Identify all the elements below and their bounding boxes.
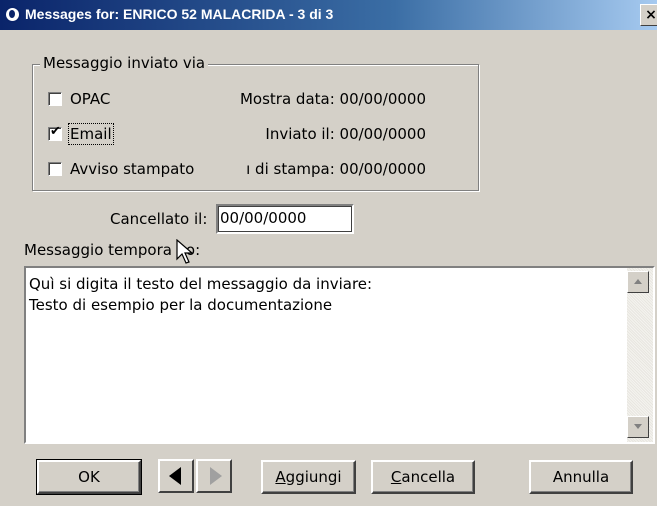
previous-button[interactable] [158,459,194,493]
scroll-up-button[interactable] [627,271,649,293]
delete-button[interactable]: Cancella [371,460,475,494]
message-line: Quì si digita il testo del messaggio da … [29,275,373,293]
title-bar[interactable]: Messages for: ENRICO 52 MALACRIDA - 3 di… [0,0,657,30]
cancelled-date-label: Cancellato il: [110,210,208,228]
sent-via-legend: Messaggio inviato via [40,54,209,72]
scroll-down-button[interactable] [627,416,649,438]
close-button[interactable]: × [640,4,657,26]
window-title: Messages for: ENRICO 52 MALACRIDA - 3 di… [25,6,334,22]
add-button[interactable]: Aggiungi [261,460,356,494]
message-line: Testo di esempio per la documentazione [29,296,333,314]
email-date-label: Inviato il: 00/00/0000 [265,125,426,143]
cancelled-date-input[interactable]: 00/00/0000 [216,204,354,234]
arrow-right-icon [210,467,222,485]
printed-notice-label[interactable]: Avviso stampato [70,160,194,178]
message-label: Messaggio tempora eo: [24,241,201,259]
mouse-cursor-icon [176,239,194,264]
message-textarea[interactable]: Quì si digita il testo del messaggio da … [24,266,655,444]
message-scrollbar[interactable] [627,268,653,442]
next-button[interactable] [196,459,232,493]
email-label[interactable]: Email [68,123,114,145]
add-button-label: ggiungi [285,468,342,486]
email-check-mark: ✔ [50,124,61,139]
print-date-label: ı di stampa: 00/00/0000 [246,160,426,178]
delete-button-accel: C [390,468,402,486]
opac-label[interactable]: OPAC [70,90,110,108]
down-arrow-icon [634,424,642,429]
app-icon[interactable] [4,6,21,23]
printed-notice-checkbox[interactable] [48,162,62,176]
delete-button-label: ancella [401,468,456,486]
add-button-accel: A [275,468,286,486]
opac-date-label: Mostra data: 00/00/0000 [239,90,426,108]
email-checkbox[interactable]: ✔ [48,124,62,141]
ok-button[interactable]: OK [36,459,142,495]
up-arrow-icon [634,279,642,284]
cancel-button[interactable]: Annulla [529,460,633,494]
opac-checkbox[interactable] [48,92,62,106]
arrow-left-icon [169,467,181,485]
dialog-window: Messages for: ENRICO 52 MALACRIDA - 3 di… [0,0,657,506]
